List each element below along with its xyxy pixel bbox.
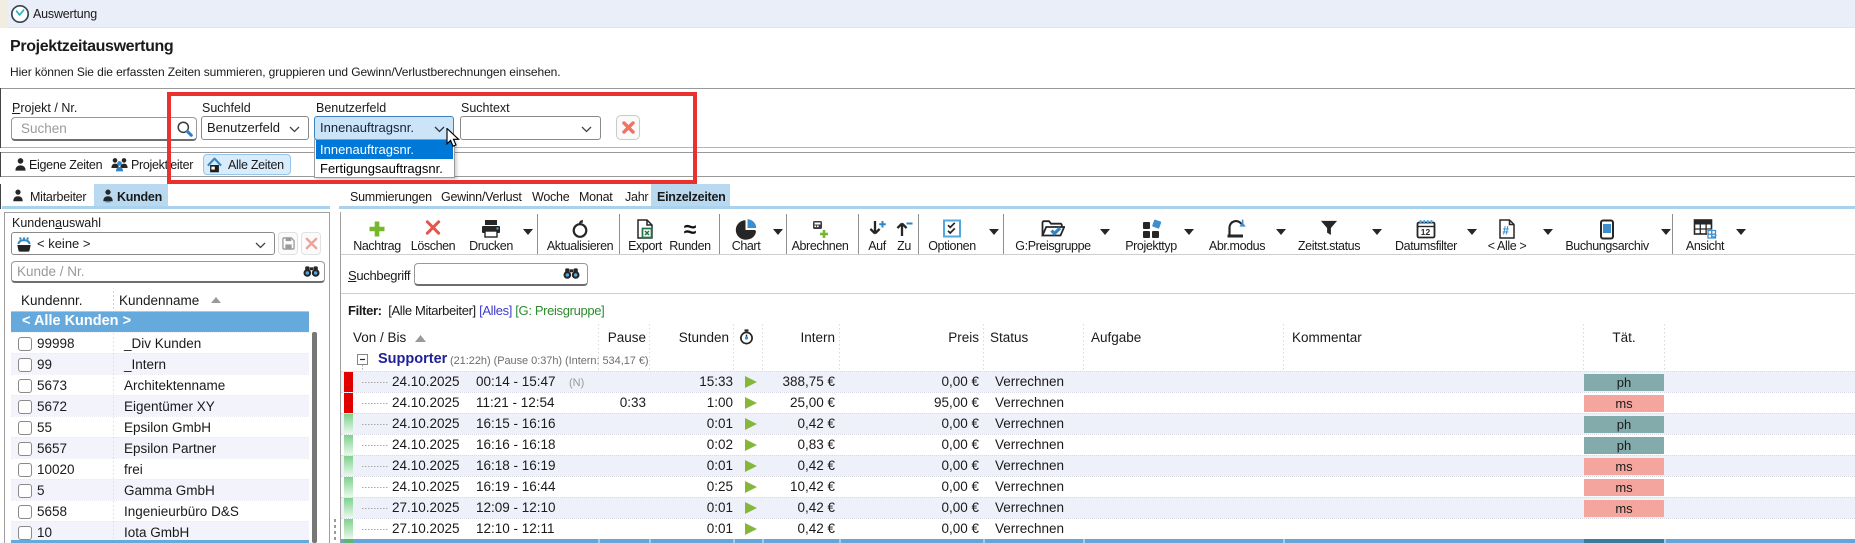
svg-text:12: 12 xyxy=(1421,227,1431,237)
svg-text:#: # xyxy=(1503,226,1510,238)
